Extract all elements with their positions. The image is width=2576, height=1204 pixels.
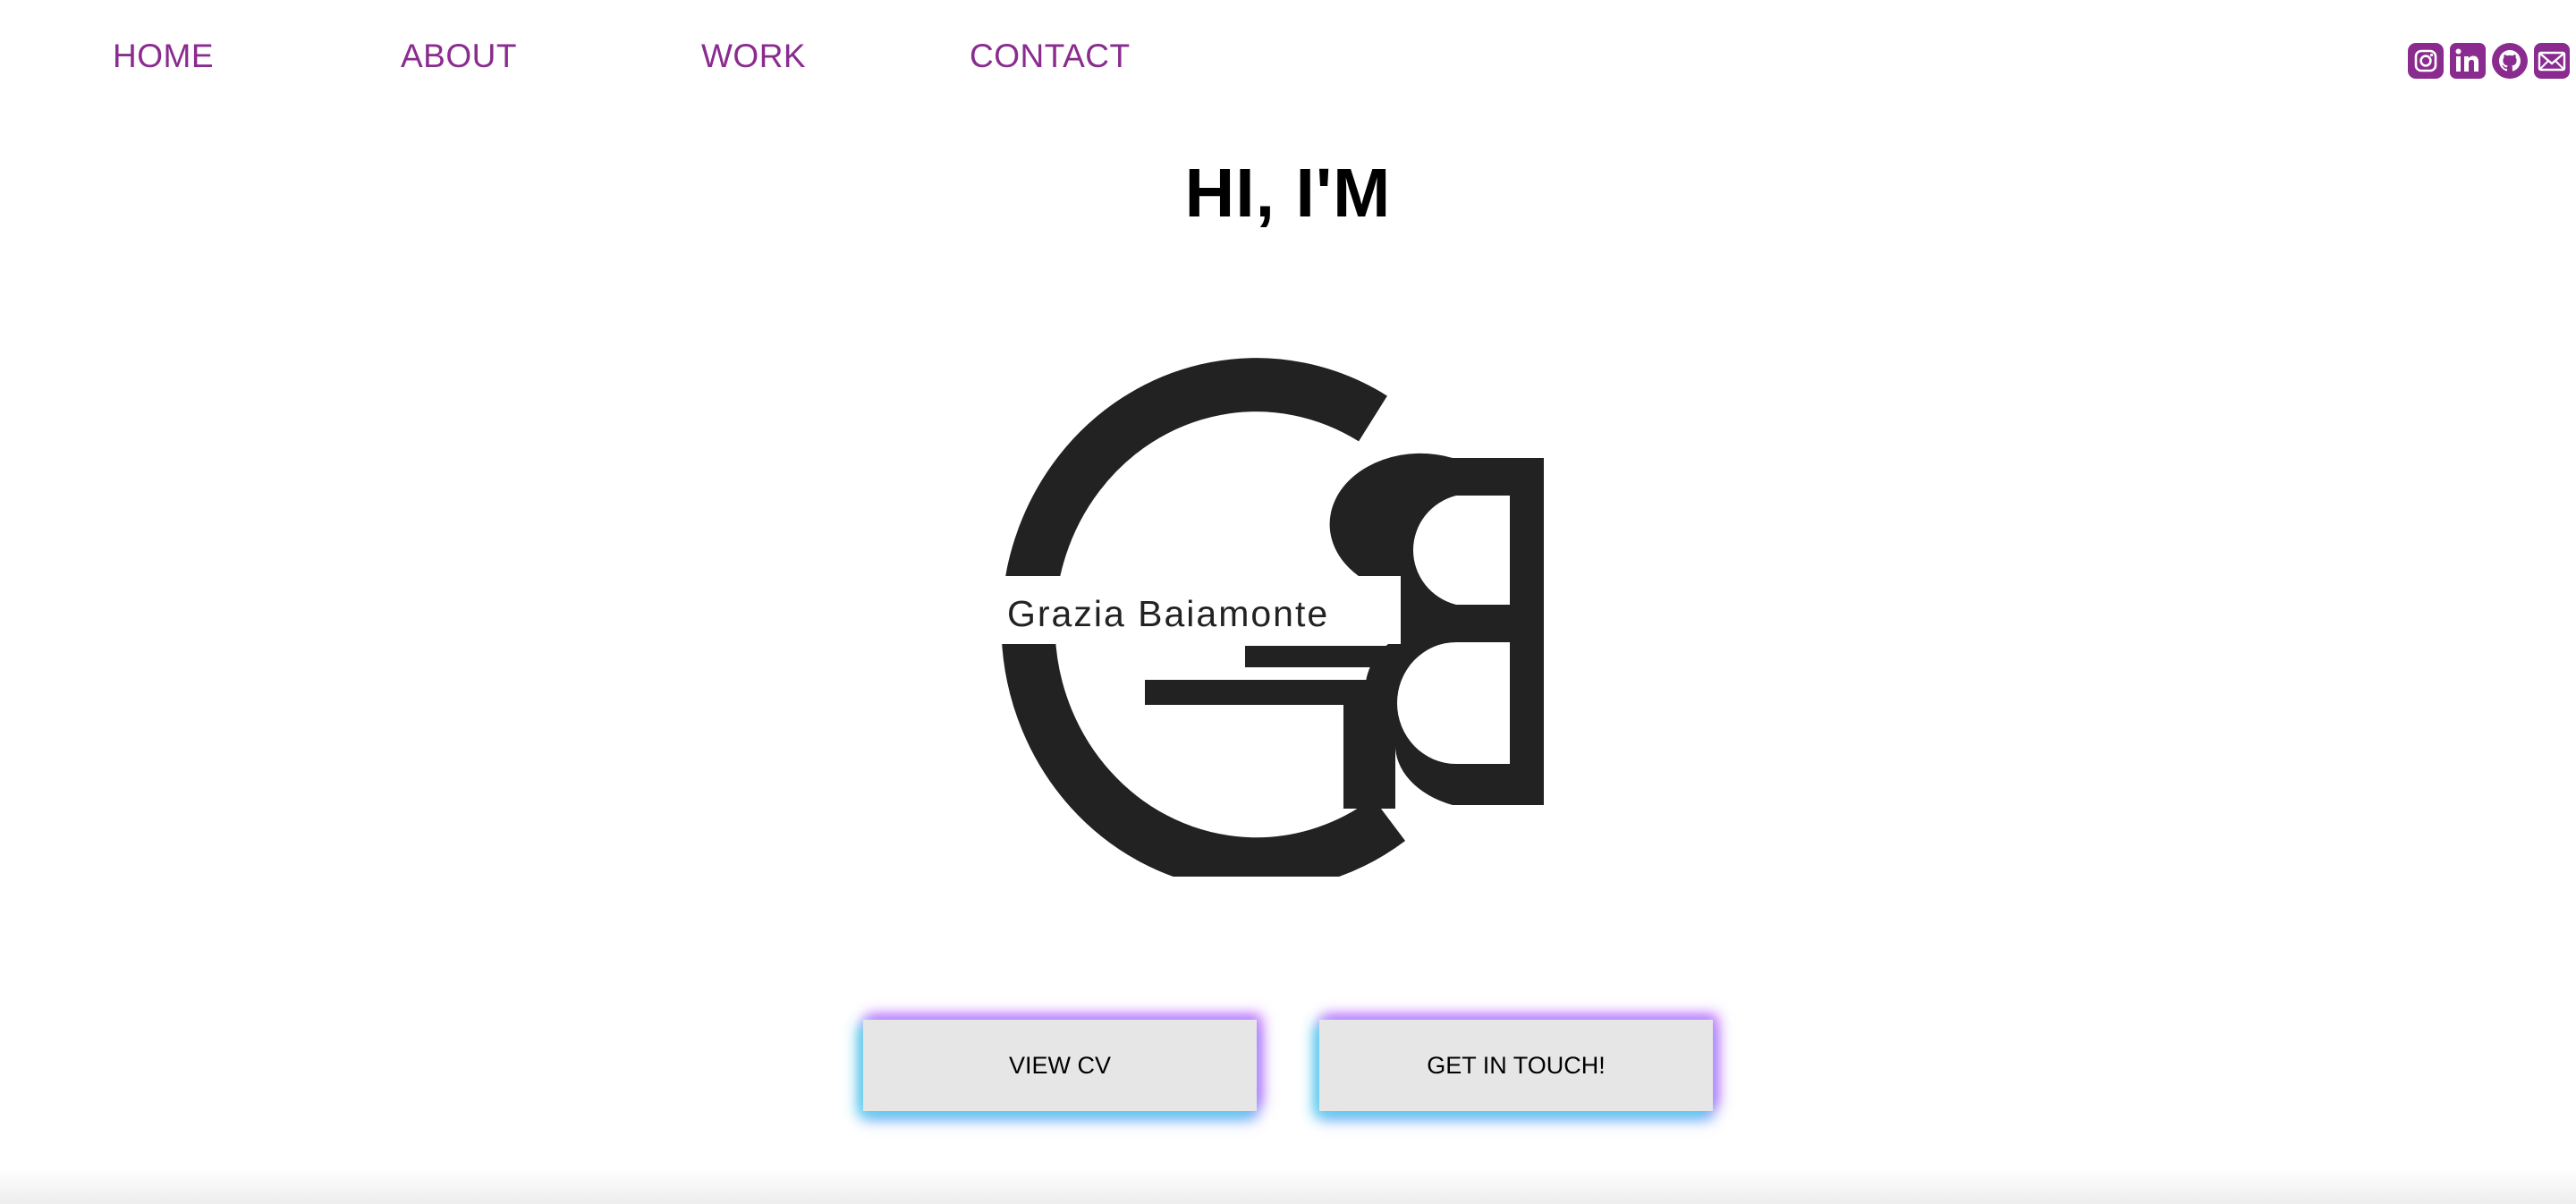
logo-g-crossbar	[1145, 680, 1365, 705]
bottom-fade	[0, 1168, 2576, 1204]
view-cv-button[interactable]: VIEW CV	[863, 1020, 1257, 1111]
github-icon[interactable]	[2492, 43, 2528, 79]
nav-home-link[interactable]: HOME	[113, 38, 214, 75]
nav-about-link[interactable]: ABOUT	[401, 38, 517, 75]
logo-b-counter-bottom	[1397, 642, 1510, 764]
nav-contact-link[interactable]: CONTACT	[970, 38, 1131, 75]
logo-accent-bar	[1245, 646, 1395, 667]
logo-name-text: Grazia Baiamonte	[1007, 593, 1329, 634]
nav-work-link[interactable]: WORK	[701, 38, 806, 75]
page: HOME ABOUT WORK CONTACT HI, I'M Grazia B…	[0, 0, 2576, 1204]
mail-icon[interactable]	[2534, 43, 2570, 79]
instagram-icon[interactable]	[2408, 43, 2444, 79]
social-links	[2408, 43, 2570, 79]
hero-title: HI, I'M	[1184, 155, 1392, 232]
get-in-touch-button[interactable]: GET IN TOUCH!	[1319, 1020, 1713, 1111]
gb-monogram-logo: Grazia Baiamonte	[993, 358, 1544, 877]
linkedin-icon[interactable]	[2450, 43, 2486, 79]
